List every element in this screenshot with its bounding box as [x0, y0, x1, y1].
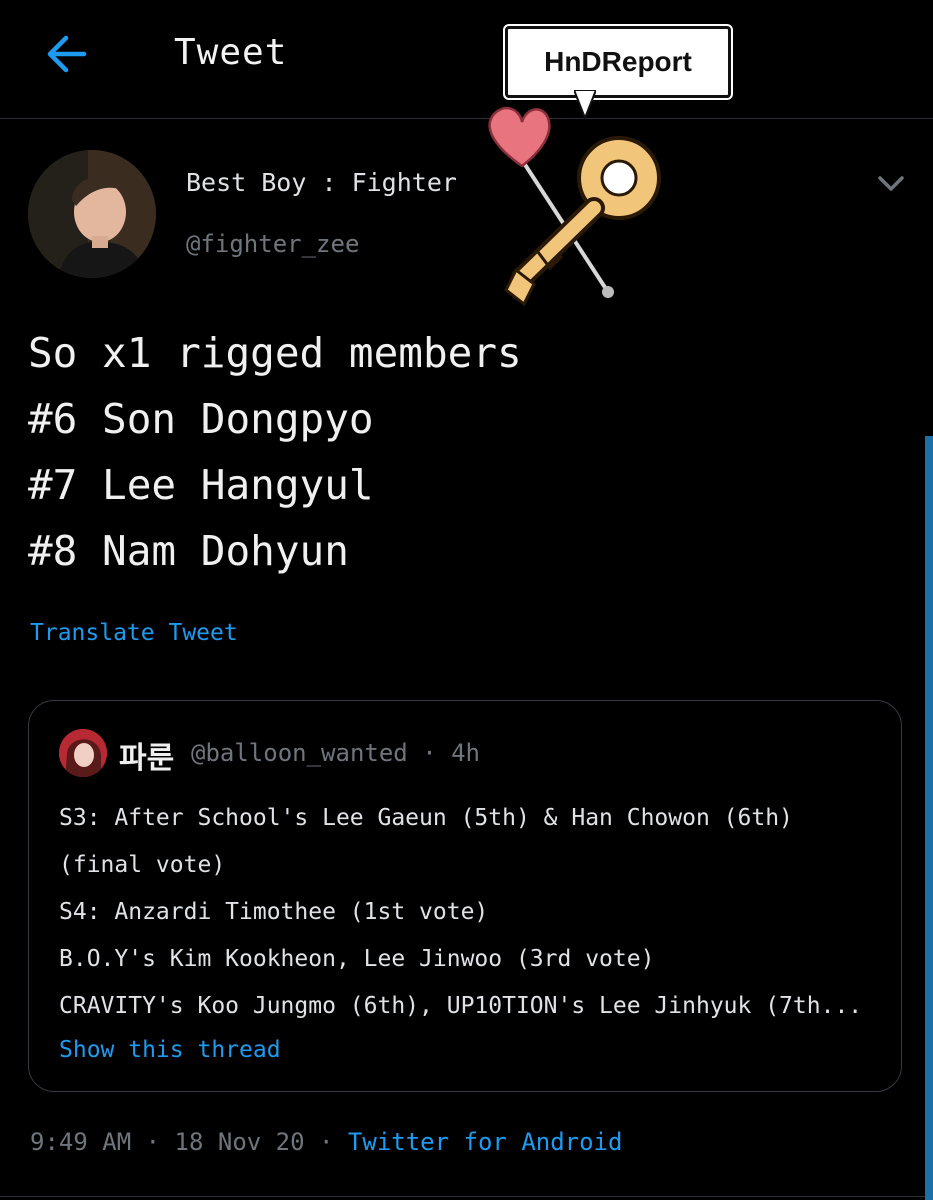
heart-key-sticker-icon [488, 106, 661, 307]
user-photo-icon [59, 729, 107, 777]
meta-separator: · [319, 1128, 334, 1156]
page-title: Tweet [174, 32, 288, 73]
tweet-time: 9:49 AM [30, 1128, 132, 1156]
chevron-down-icon[interactable] [872, 166, 910, 200]
quoted-tweet-card[interactable]: 파룬 @balloon_wanted · 4h S3: After School… [28, 700, 902, 1092]
translate-tweet-link[interactable]: Translate Tweet [30, 620, 238, 646]
quoted-line: CRAVITY's Koo Jungmo (6th), UP10TION's L… [59, 993, 863, 1019]
quoted-author-avatar[interactable] [59, 729, 107, 777]
quoted-time: 4h [451, 739, 481, 767]
quoted-display-name: 파룬 [119, 741, 175, 776]
quoted-line: S4: Anzardi Timothee (1st vote) [59, 899, 489, 925]
quoted-line: S3: After School's Lee Gaeun (5th) & Han… [59, 805, 793, 831]
watermark-label: HnDReport [505, 26, 731, 98]
meta-separator: · [145, 1128, 161, 1156]
author-display-name[interactable]: Best Boy : Fighter [186, 168, 457, 197]
author-handle[interactable]: @fighter_zee [186, 230, 359, 258]
quoted-line: B.O.Y's Kim Kookheon, Lee Jinwoo (3rd vo… [59, 946, 655, 972]
quoted-meta: @balloon_wanted · 4h [191, 739, 480, 767]
user-photo-icon [28, 150, 156, 278]
tweet-date: 18 Nov 20 [174, 1128, 305, 1156]
back-button[interactable] [40, 30, 92, 78]
divider [0, 1196, 933, 1197]
quoted-line: (final vote) [59, 852, 226, 878]
scrollbar[interactable] [925, 436, 933, 1200]
arrow-left-icon [47, 35, 87, 73]
tweet-line: #7 Lee Hangyul [28, 461, 374, 509]
quoted-handle: @balloon_wanted [191, 739, 408, 767]
tweet-text: So x1 rigged members #6 Son Dongpyo #7 L… [28, 320, 908, 584]
meta-separator: · [422, 739, 437, 767]
watermark-text: HnDReport [544, 46, 692, 77]
tweet-line: So x1 rigged members [28, 329, 522, 377]
top-bar: Tweet [0, 0, 933, 119]
tweet-line: #6 Son Dongpyo [28, 395, 374, 443]
tweet-line: #8 Nam Dohyun [28, 527, 349, 575]
tweet-source-link[interactable]: Twitter for Android [348, 1128, 623, 1156]
tweet-timestamp: 9:49 AM · 18 Nov 20 · Twitter for Androi… [30, 1128, 622, 1156]
author-avatar[interactable] [28, 150, 156, 278]
quoted-tweet-text: S3: After School's Lee Gaeun (5th) & Han… [59, 795, 879, 1030]
show-thread-link[interactable]: Show this thread [59, 1037, 281, 1063]
